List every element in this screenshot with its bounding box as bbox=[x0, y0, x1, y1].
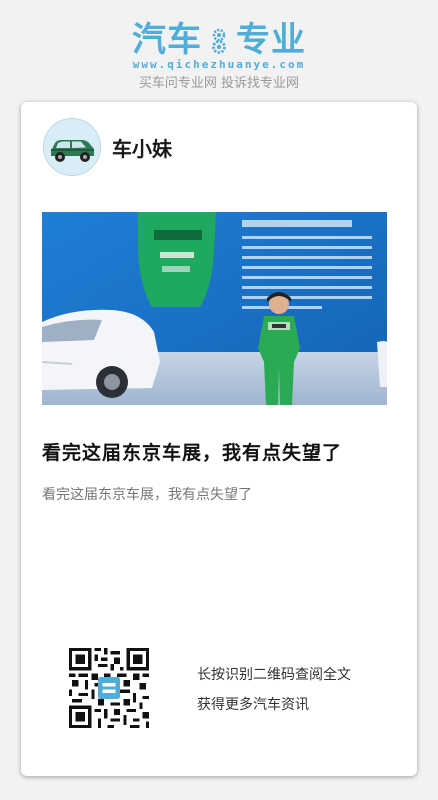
cover-image[interactable] bbox=[42, 212, 387, 405]
article-title[interactable]: 看完这届东京车展，我有点失望了 bbox=[42, 438, 398, 465]
qr-subtext: 获得更多汽车资讯 bbox=[197, 697, 309, 713]
site-domain: www.qichezhuanye.com bbox=[132, 58, 306, 71]
qr-code[interactable] bbox=[69, 648, 149, 728]
logo-text-left: 汽车 bbox=[132, 20, 202, 60]
article-summary: 看完这届东京车展，我有点失望了 bbox=[42, 487, 252, 503]
site-logo[interactable]: 汽车 专业 bbox=[0, 20, 438, 60]
logo-text-right: 专业 bbox=[236, 20, 306, 60]
site-slogan: 买车问专业网 投诉找专业网 bbox=[138, 76, 300, 91]
article-card: 车小妹 看完这届东京车展，我有点失望了 看完这届东京车展，我有点失望了 长按识别… bbox=[21, 102, 417, 776]
author-name[interactable]: 车小妹 bbox=[112, 133, 172, 162]
gear-icon bbox=[206, 23, 232, 54]
green-car-icon bbox=[44, 119, 100, 175]
site-header: 汽车 专业 www.qichezhuanye.com 买车问专业网 投诉找专业网 bbox=[0, 0, 438, 100]
qr-instruction: 长按识别二维码查阅全文 bbox=[197, 667, 351, 683]
qr-code-icon bbox=[69, 648, 149, 728]
author-avatar[interactable] bbox=[43, 118, 101, 176]
